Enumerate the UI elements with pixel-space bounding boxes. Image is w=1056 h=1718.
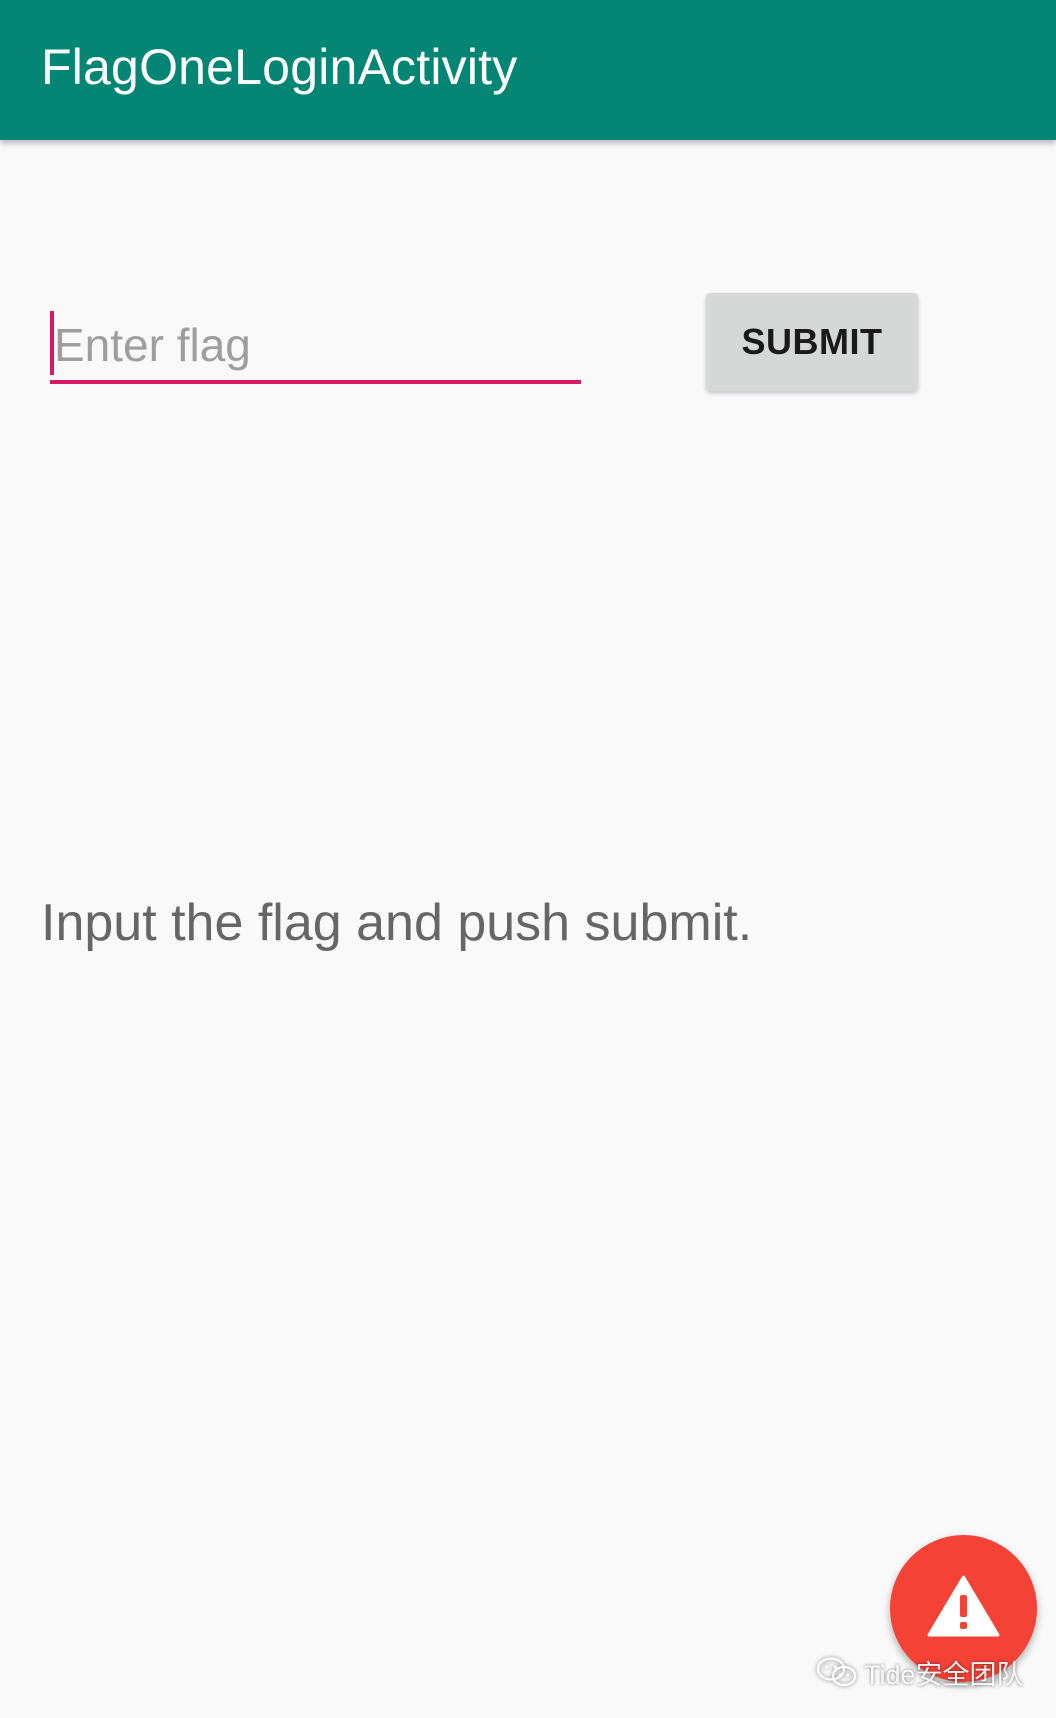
wechat-icon (816, 1657, 857, 1687)
text-cursor (50, 311, 54, 375)
watermark-text: Tide安全团队 (864, 1659, 1024, 1690)
warning-icon (927, 1575, 1000, 1637)
submit-button[interactable]: SUBMIT (706, 293, 918, 391)
status-message: Input the flag and push submit. (41, 894, 753, 952)
app-title: FlagOneLoginActivity (41, 39, 518, 95)
watermark: Tide安全团队 (816, 1652, 1024, 1692)
app-bar: FlagOneLoginActivity (0, 0, 1056, 140)
flag-input-container[interactable] (50, 308, 581, 386)
input-underline (50, 380, 581, 384)
flag-input[interactable] (50, 308, 581, 382)
